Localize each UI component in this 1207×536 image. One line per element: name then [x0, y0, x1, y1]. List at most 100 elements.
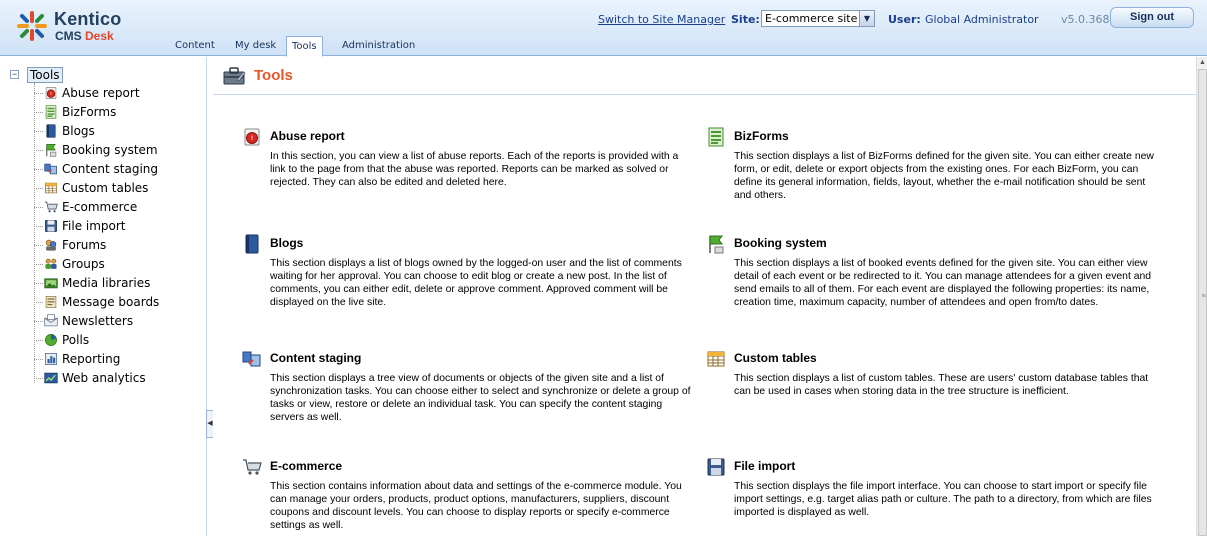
tree-item-label[interactable]: BizForms	[62, 104, 116, 120]
tree-item-label[interactable]: Blogs	[62, 123, 95, 139]
tree-connector	[34, 302, 43, 303]
media-libraries-icon	[44, 276, 58, 290]
custom-tables-icon[interactable]	[706, 349, 726, 369]
tab-administration[interactable]: Administration	[337, 36, 420, 56]
tree-connector	[34, 321, 43, 322]
tree-connector	[34, 93, 43, 94]
tools-tree: − Tools ! Abuse report BizForms Blogs Bookin…	[0, 57, 207, 536]
scrollbar-thumb[interactable]: ≡	[1198, 69, 1207, 536]
chevron-down-icon[interactable]: ▼	[859, 11, 874, 26]
section-title[interactable]: E-commerce	[270, 459, 342, 473]
tree-connector	[34, 207, 43, 208]
groups-icon	[44, 257, 58, 271]
tab-tools[interactable]: Tools	[286, 36, 323, 57]
file-import-icon	[44, 219, 58, 233]
tree-item-label[interactable]: Abuse report	[62, 85, 140, 101]
svg-text:!: !	[251, 136, 253, 142]
tab-content[interactable]: Content	[170, 36, 220, 56]
logo-product: CMS Desk	[55, 29, 114, 43]
booking-system-icon[interactable]	[706, 234, 726, 254]
tree-connector	[34, 131, 43, 132]
site-select[interactable]: E-commerce site ▼	[761, 10, 875, 27]
tree-item-label[interactable]: Reporting	[62, 351, 120, 367]
tree-item-label[interactable]: Groups	[62, 256, 105, 272]
forums-icon	[44, 238, 58, 252]
tree-item-label[interactable]: Custom tables	[62, 180, 148, 196]
logo-product-suffix: Desk	[85, 29, 114, 43]
content-staging-icon[interactable]	[242, 349, 262, 369]
section-description: This section contains information about …	[270, 481, 682, 531]
tree-connector	[34, 226, 43, 227]
section-title[interactable]: BizForms	[734, 129, 789, 143]
tree-connector	[34, 378, 43, 379]
section-title[interactable]: Custom tables	[734, 351, 817, 365]
sign-out-button[interactable]: Sign out	[1110, 7, 1194, 28]
tree-item-label[interactable]: Media libraries	[62, 275, 150, 291]
custom-tables-icon	[44, 181, 58, 195]
abuse-report-icon: !	[44, 86, 58, 100]
tree-item-label[interactable]: Newsletters	[62, 313, 133, 329]
newsletters-icon	[44, 314, 58, 328]
top-bar: Switch to Site Manager Site: E-commerce …	[150, 6, 1194, 34]
content-staging-icon	[44, 162, 58, 176]
collapse-toggle-icon[interactable]: −	[10, 70, 19, 79]
section-description: This section displays a list of booked e…	[734, 258, 1152, 308]
tree-connector	[34, 169, 43, 170]
tree-connector-line	[34, 83, 35, 383]
user-name: Global Administrator	[925, 13, 1039, 26]
section-title[interactable]: File import	[734, 459, 795, 473]
blogs-icon[interactable]	[242, 234, 262, 254]
tree-connector	[34, 340, 43, 341]
page-header: Tools	[213, 57, 1196, 95]
section-description: In this section, you can view a list of …	[270, 151, 679, 188]
svg-text:!: !	[50, 91, 51, 96]
tree-connector	[34, 112, 43, 113]
user-label: User:	[888, 13, 921, 26]
tree-root-label[interactable]: Tools	[27, 67, 63, 83]
site-label: Site:	[731, 13, 760, 26]
tools-icon	[223, 67, 246, 85]
e-commerce-icon[interactable]	[242, 457, 262, 477]
tree-item-label[interactable]: Web analytics	[62, 370, 146, 386]
tree-item-label[interactable]: E-commerce	[62, 199, 137, 215]
switch-to-site-manager-link[interactable]: Switch to Site Manager	[598, 13, 725, 26]
message-boards-icon	[44, 295, 58, 309]
tree-connector	[34, 264, 43, 265]
tree-connector	[34, 283, 43, 284]
tree-connector	[34, 188, 43, 189]
section-title[interactable]: Abuse report	[270, 129, 345, 143]
section-description: This section displays the file import in…	[734, 481, 1152, 518]
tree-item-label[interactable]: Message boards	[62, 294, 159, 310]
section-title[interactable]: Blogs	[270, 236, 303, 250]
section-title[interactable]: Booking system	[734, 236, 827, 250]
tree-connector	[34, 359, 43, 360]
kentico-logo-icon	[17, 11, 47, 41]
logo-product-prefix: CMS	[55, 29, 82, 43]
e-commerce-icon	[44, 200, 58, 214]
tree-item-label[interactable]: Booking system	[62, 142, 158, 158]
file-import-icon[interactable]	[706, 457, 726, 477]
page-title: Tools	[254, 67, 293, 84]
version-text: v5.0.3688	[1061, 13, 1117, 26]
section-description: This section displays a list of custom t…	[734, 373, 1149, 397]
tab-my-desk[interactable]: My desk	[230, 36, 281, 56]
section-description: This section displays a list of BizForms…	[734, 151, 1154, 201]
bizforms-icon[interactable]	[706, 127, 726, 147]
blogs-icon	[44, 124, 58, 138]
tree-item-label[interactable]: File import	[62, 218, 126, 234]
tree-connector	[34, 245, 43, 246]
reporting-icon	[44, 352, 58, 366]
tree-connector	[34, 150, 43, 151]
scroll-up-icon[interactable]: ▲	[1197, 57, 1207, 69]
vertical-scrollbar[interactable]: ▲ ≡	[1196, 57, 1207, 536]
section-title[interactable]: Content staging	[270, 351, 361, 365]
scroll-grip-icon: ≡	[1201, 293, 1206, 300]
tree-item-label[interactable]: Content staging	[62, 161, 158, 177]
abuse-report-icon[interactable]: !	[242, 127, 262, 147]
tree-item-label[interactable]: Polls	[62, 332, 89, 348]
polls-icon	[44, 333, 58, 347]
tree-item-label[interactable]: Forums	[62, 237, 106, 253]
main-content: Tools ! Abuse report In this section, you …	[213, 57, 1196, 536]
header: Kentico CMS Desk Switch to Site Manager …	[0, 0, 1207, 57]
section-description: This section displays a tree view of doc…	[270, 373, 691, 423]
